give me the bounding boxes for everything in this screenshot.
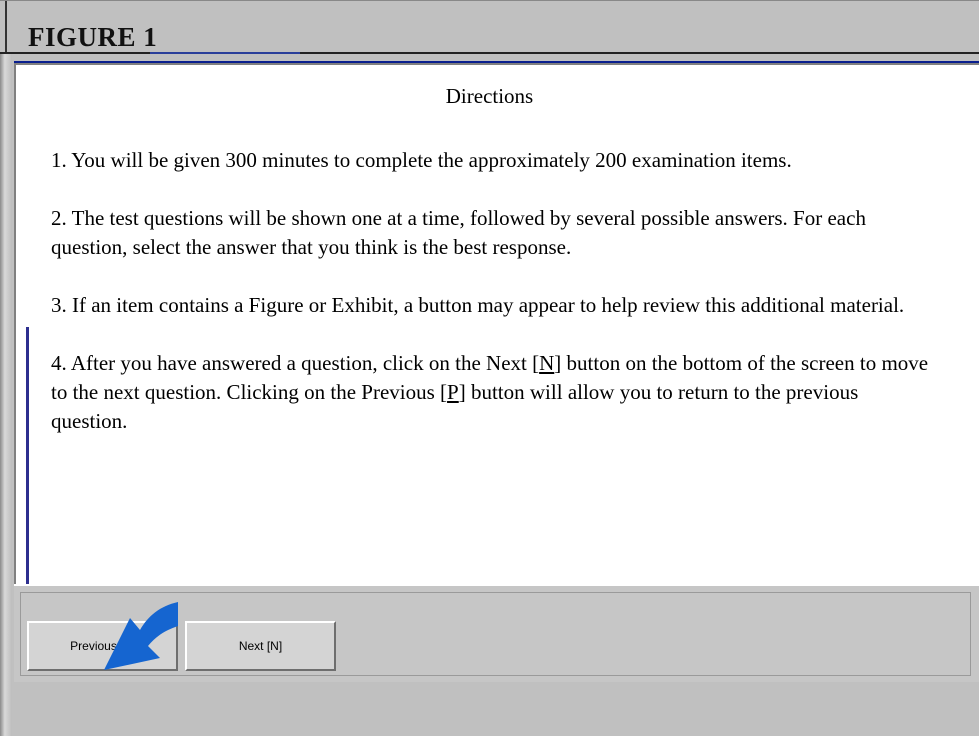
curved-arrow-icon <box>104 602 178 670</box>
window-left-border <box>0 54 12 736</box>
direction-item-3: 3. If an item contains a Figure or Exhib… <box>51 293 905 317</box>
figure-title: FIGURE 1 <box>28 22 158 47</box>
next-key-hint: N <box>539 351 555 375</box>
previous-key-hint: P <box>447 380 459 404</box>
direction-4-part-a: 4. After you have answered a question, c… <box>51 351 540 375</box>
screen: FIGURE 1 Directions 1. You will be given… <box>0 0 979 736</box>
direction-item-2: 2. The test questions will be shown one … <box>51 206 866 259</box>
panel-accent-line <box>26 327 29 596</box>
frame-edge <box>5 1 7 55</box>
next-button[interactable]: Next [N] <box>185 621 336 671</box>
direction-item-1: 1. You will be given 300 minutes to comp… <box>51 148 792 172</box>
directions-heading: Directions <box>445 84 534 108</box>
directions-list: 1. You will be given 300 minutes to comp… <box>51 146 931 436</box>
figure-caption-bar: FIGURE 1 <box>0 0 979 55</box>
direction-item-4: 4. After you have answered a question, c… <box>51 349 931 436</box>
